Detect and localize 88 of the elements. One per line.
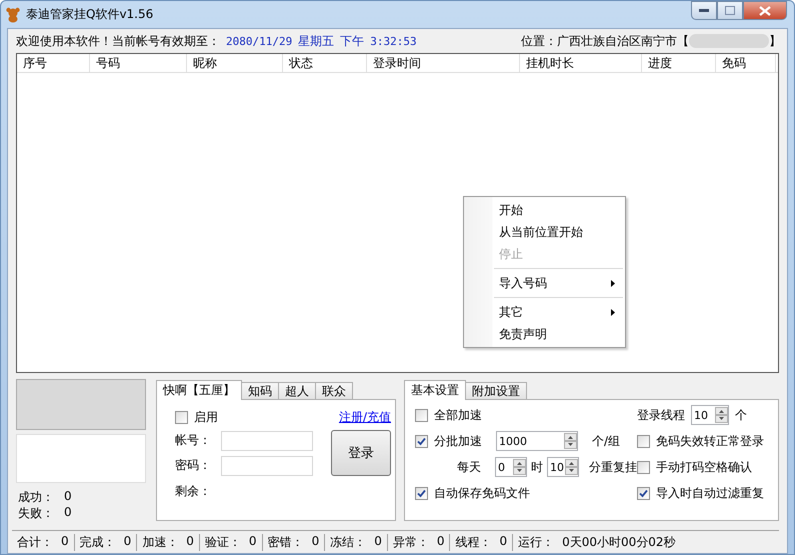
checkbox-label: 全部加速 — [434, 406, 482, 424]
checkbox[interactable] — [637, 434, 650, 448]
checkbox-label: 自动保存免码文件 — [434, 484, 530, 502]
setting-label: 每天 — [457, 458, 481, 476]
location-text: 位置：广西壮族自治区南宁市【 — [521, 32, 689, 50]
stat-value: 0 — [64, 489, 72, 505]
status-value: 0 — [499, 534, 508, 550]
tab[interactable]: 附加设置 — [465, 382, 527, 399]
status-value: 0 — [374, 534, 382, 550]
status-label: 线程： — [455, 534, 492, 550]
status-label: 加速： — [142, 534, 178, 550]
checkbox[interactable] — [415, 408, 428, 422]
column-header[interactable]: 免码 — [716, 54, 776, 72]
unit-label: 个 — [735, 406, 747, 424]
maximize-icon — [725, 6, 735, 15]
field-label: 密码： — [175, 457, 211, 474]
window-title: 泰迪管家挂Q软件v1.56 — [26, 6, 154, 23]
column-header[interactable]: 状态 — [283, 54, 367, 72]
password-field[interactable] — [221, 456, 313, 476]
menu-item[interactable]: 开始 — [464, 199, 625, 221]
tab[interactable]: 联众 — [315, 382, 353, 399]
submenu-arrow-icon — [611, 308, 615, 316]
checkbox-label: 免码失效转正常登录 — [656, 432, 764, 450]
checkbox-label: 分批加速 — [434, 432, 482, 450]
weekday: 星期五 — [298, 32, 334, 50]
column-header[interactable]: 昵称 — [187, 54, 283, 72]
status-label: 异常： — [392, 534, 429, 550]
tab[interactable]: 知码 — [241, 382, 279, 399]
close-icon — [759, 6, 771, 16]
checkbox-label: 导入时自动过滤重复 — [656, 484, 764, 502]
login-button[interactable]: 登录 — [331, 430, 391, 476]
status-label: 验证： — [204, 534, 241, 550]
unit-label: 个/组 — [592, 432, 620, 450]
menu-item[interactable]: 其它 — [464, 301, 625, 323]
column-header[interactable]: 序号 — [17, 54, 90, 72]
checkbox[interactable] — [637, 486, 650, 500]
time-period: 下午 — [340, 32, 364, 50]
checkbox[interactable] — [415, 434, 428, 448]
status-label: 合计： — [17, 534, 53, 550]
column-header[interactable]: 挂机时长 — [520, 54, 642, 72]
checkbox[interactable] — [637, 460, 650, 474]
status-value: 0 — [186, 534, 194, 550]
field-label: 剩余： — [175, 482, 211, 500]
status-label: 运行： — [518, 534, 554, 550]
stat-label: 成功： — [18, 489, 54, 505]
spin-box[interactable]: 10 — [691, 405, 729, 425]
checkbox-label: 手动打码空格确认 — [656, 458, 752, 476]
tab[interactable]: 快啊【五厘】 — [156, 380, 242, 400]
status-label: 密错： — [268, 534, 304, 550]
unit-label: 分重复挂 — [589, 458, 637, 476]
bear-icon — [5, 6, 21, 22]
status-value: 0天00小时00分02秒 — [562, 534, 676, 550]
account-field[interactable] — [221, 430, 313, 450]
clock-time: 3:32:53 — [370, 34, 417, 48]
spin-box[interactable]: 10 — [547, 457, 579, 477]
field-label: 帐号： — [175, 432, 211, 449]
spin-box[interactable]: 1000 — [496, 431, 578, 451]
column-header[interactable]: 进度 — [642, 54, 716, 72]
menu-item[interactable]: 从当前位置开始 — [464, 221, 625, 243]
location-bracket: 】 — [769, 32, 781, 50]
stat-value: 0 — [64, 505, 72, 521]
welcome-text: 欢迎使用本软件！当前帐号有效期至： — [16, 32, 220, 50]
minimize-button[interactable] — [691, 1, 717, 20]
checkbox[interactable] — [175, 410, 188, 424]
tab[interactable]: 超人 — [278, 382, 316, 399]
checkbox[interactable] — [415, 486, 428, 500]
status-label: 完成： — [80, 534, 116, 550]
status-value: 0 — [248, 534, 257, 550]
status-value: 0 — [436, 534, 444, 550]
menu-item[interactable]: 导入号码 — [464, 272, 625, 294]
status-value: 0 — [312, 534, 320, 550]
column-header[interactable]: 号码 — [90, 54, 187, 72]
register-link[interactable]: 注册/充值 — [338, 408, 391, 426]
expiry-date: 2080/11/29 — [226, 34, 292, 48]
submenu-arrow-icon — [611, 280, 615, 286]
setting-label: 登录线程 — [637, 406, 685, 424]
status-value: 0 — [61, 534, 69, 550]
unit-label: 时 — [531, 458, 543, 476]
tab[interactable]: 基本设置 — [404, 380, 466, 400]
close-button[interactable] — [743, 1, 787, 20]
checkbox-label: 启用 — [194, 408, 218, 426]
column-header[interactable]: 登录时间 — [367, 54, 520, 72]
spin-box[interactable]: 0 — [495, 457, 527, 477]
minimize-icon — [699, 8, 709, 12]
status-label: 冻结： — [330, 534, 366, 550]
status-value: 0 — [124, 534, 132, 550]
stat-label: 失败： — [18, 505, 54, 521]
menu-item[interactable]: 免责声明 — [464, 323, 625, 345]
